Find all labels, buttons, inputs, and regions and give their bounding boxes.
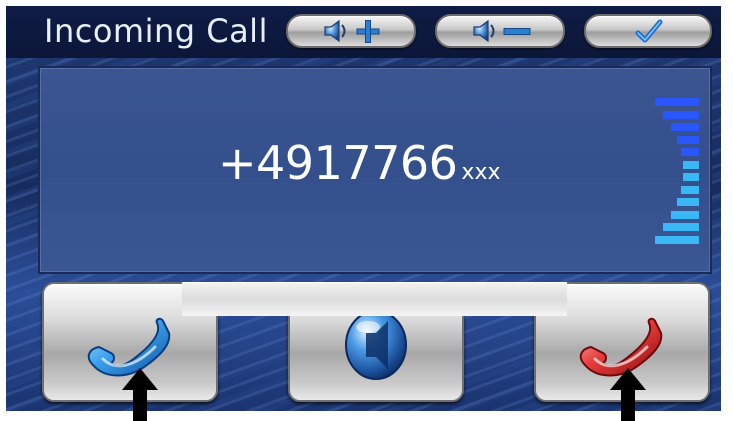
arrow-up-icon [610, 368, 646, 421]
signal-bar [671, 210, 699, 219]
signal-bar [677, 198, 699, 206]
confirm-button[interactable] [584, 14, 712, 48]
signal-bar [683, 160, 699, 169]
signal-bar [655, 98, 699, 106]
screen-title: Incoming Call [44, 12, 268, 50]
caller-number-masked-suffix: xxx [461, 160, 501, 185]
speaker-plus-icon [324, 19, 380, 43]
signal-bar [671, 123, 699, 131]
speaker-minus-icon [473, 19, 531, 43]
caller-display-panel: +4917766 xxx [38, 66, 712, 274]
caller-number: +4917766 xxx [218, 136, 500, 190]
incoming-call-screen: Incoming Call +4917766 xxx [6, 6, 721, 411]
checkmark-icon [635, 19, 663, 43]
signal-bar [663, 223, 699, 231]
caller-number-digits: +4917766 [218, 136, 458, 190]
signal-bar [681, 185, 699, 194]
signal-strength-meter [655, 98, 705, 248]
signal-bar [683, 173, 699, 181]
title-bar: Incoming Call [6, 6, 721, 58]
signal-bar [655, 235, 699, 244]
overlay-bar [182, 282, 567, 316]
signal-bar [681, 148, 699, 156]
signal-bar [677, 135, 699, 144]
arrow-up-icon [122, 368, 158, 421]
signal-bar [663, 110, 699, 119]
volume-down-button[interactable] [435, 14, 565, 48]
volume-up-button[interactable] [286, 14, 416, 48]
